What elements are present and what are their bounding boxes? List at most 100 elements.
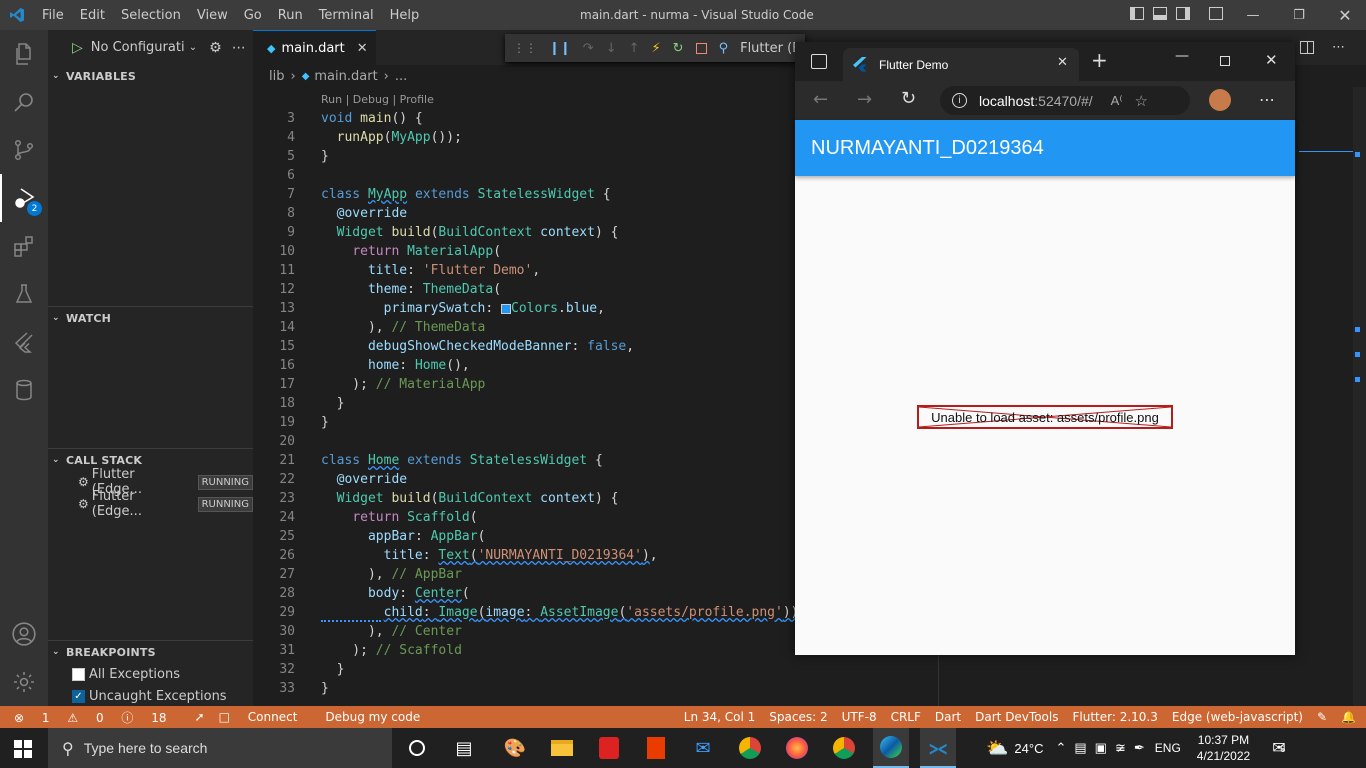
menu-terminal[interactable]: Terminal — [311, 8, 382, 23]
chevron-down-icon[interactable]: ⌄ — [189, 42, 197, 53]
indentation[interactable]: Spaces: 2 — [769, 710, 827, 724]
codelens-run-debug[interactable]: Run | Debug | Profile — [321, 93, 434, 106]
language-indicator[interactable]: ENG — [1155, 741, 1181, 755]
read-aloud-icon[interactable]: A⁽ — [1111, 93, 1123, 109]
breadcrumb-symbol[interactable]: ... — [395, 69, 407, 84]
wifi-icon[interactable]: ≆ — [1115, 740, 1126, 756]
menu-run[interactable]: Run — [270, 8, 311, 23]
breakpoints-header[interactable]: ⌄ BREAKPOINTS — [48, 641, 253, 663]
paint-app-icon[interactable]: 🎨 — [500, 734, 530, 762]
checkbox[interactable] — [72, 667, 85, 681]
breakpoint-all-exceptions[interactable]: All Exceptions — [48, 663, 253, 685]
windows-start-icon[interactable] — [14, 740, 32, 758]
live-share-icon[interactable]: ✎ — [1317, 710, 1327, 724]
notification-center-icon[interactable]: ✉ 6 — [1272, 738, 1285, 758]
cortana-icon[interactable] — [402, 734, 432, 762]
forward-icon[interactable]: → — [857, 89, 872, 110]
breadcrumb-lib[interactable]: lib — [269, 69, 284, 84]
file-explorer-icon[interactable] — [547, 734, 577, 762]
language-mode[interactable]: Dart — [935, 710, 961, 724]
color-swatch-icon[interactable] — [501, 303, 512, 314]
drag-handle-icon[interactable]: ⋮⋮ — [513, 41, 537, 55]
pen-icon[interactable]: ✒ — [1134, 740, 1145, 756]
settings-more-icon[interactable]: ⋯ — [1259, 90, 1275, 109]
inspect-widget-icon[interactable]: ⚲ — [719, 41, 729, 56]
close-tab-icon[interactable]: ✕ — [1057, 55, 1068, 70]
site-info-icon[interactable]: i — [952, 93, 967, 108]
step-over-icon[interactable]: ↷ — [583, 41, 594, 56]
toggle-panel-icon[interactable] — [1153, 7, 1167, 20]
debug-ports-icon[interactable]: ➚ — [195, 710, 205, 724]
menu-edit[interactable]: Edit — [72, 8, 113, 23]
explorer-icon[interactable] — [0, 30, 48, 78]
close-tab-icon[interactable]: ✕ — [357, 41, 368, 56]
vscode-taskbar-icon[interactable]: ⪥ — [920, 728, 956, 768]
url-bar[interactable]: i localhost:52470/#/ A⁽ ☆ — [940, 86, 1190, 115]
problems-indicator[interactable]: ⊗ 1 ⚠ 0 ⓘ 18 — [14, 709, 181, 726]
hot-reload-icon[interactable]: ⚡ — [652, 41, 661, 56]
step-out-icon[interactable]: ↑ — [629, 41, 640, 56]
open-launch-json-gear-icon[interactable]: ⚙ — [209, 40, 222, 56]
pdf-reader-icon[interactable] — [594, 734, 624, 762]
profile-avatar[interactable] — [1209, 89, 1231, 111]
watch-header[interactable]: ⌄ WATCH — [48, 307, 253, 329]
tray-video-icon[interactable]: ▣ — [1095, 740, 1107, 756]
firefox-icon[interactable] — [782, 734, 812, 762]
debug-my-code-toggle[interactable]: Debug my code — [325, 710, 420, 724]
minimize-icon[interactable]: — — [1230, 8, 1276, 23]
toggle-secondary-sidebar-icon[interactable] — [1176, 7, 1190, 20]
split-editor-icon[interactable] — [1300, 41, 1314, 54]
step-into-icon[interactable]: ↓ — [606, 41, 617, 56]
source-control-icon[interactable] — [0, 126, 48, 174]
debug-target-select[interactable]: Flutter (E — [740, 41, 800, 56]
run-debug-icon[interactable]: 2 — [0, 174, 48, 222]
database-icon[interactable] — [0, 366, 48, 414]
extensions-icon[interactable] — [0, 222, 48, 270]
customize-layout-icon[interactable] — [1209, 7, 1223, 20]
menu-file[interactable]: File — [34, 8, 72, 23]
manage-gear-icon[interactable] — [0, 658, 48, 706]
flutter-icon[interactable] — [0, 318, 48, 366]
chrome-profile-icon[interactable] — [829, 734, 859, 762]
cursor-position[interactable]: Ln 34, Col 1 — [684, 710, 756, 724]
testing-icon[interactable] — [0, 270, 48, 318]
line-ending[interactable]: CRLF — [891, 710, 921, 724]
call-stack-item[interactable]: ⚙ Flutter (Edge... RUNNING — [48, 489, 253, 519]
device-selector[interactable]: Edge (web-javascript) — [1172, 710, 1303, 724]
clock[interactable]: 10:37 PM 4/21/2022 — [1197, 732, 1250, 764]
more-actions-icon[interactable]: ⋯ — [1332, 40, 1345, 55]
start-debugging-icon[interactable]: ▷ — [72, 40, 83, 56]
dart-devtools[interactable]: Dart DevTools — [975, 710, 1058, 724]
mail-icon[interactable]: ✉ — [688, 734, 718, 762]
close-window-icon[interactable]: ✕ — [1265, 51, 1278, 69]
breakpoint-uncaught-exceptions[interactable]: ✓ Uncaught Exceptions — [48, 685, 253, 707]
menu-go[interactable]: Go — [236, 8, 270, 23]
flutter-version[interactable]: Flutter: 2.10.3 — [1072, 710, 1157, 724]
edge-icon[interactable] — [873, 728, 909, 768]
tab-main-dart[interactable]: ◆ main.dart ✕ — [253, 30, 376, 65]
run-config-select[interactable]: No Configurati — [91, 40, 187, 55]
back-icon[interactable]: ← — [813, 89, 828, 110]
checkbox-checked[interactable]: ✓ — [72, 689, 85, 703]
maximize-icon[interactable] — [1220, 56, 1230, 66]
close-window-icon[interactable]: ✕ — [1322, 6, 1366, 25]
browser-tab-flutter-demo[interactable]: Flutter Demo ✕ — [843, 48, 1079, 81]
stop-icon[interactable] — [695, 42, 707, 54]
show-hidden-icons-icon[interactable]: ⌃ — [1055, 740, 1066, 756]
tab-actions-icon[interactable] — [811, 54, 827, 69]
restore-icon[interactable]: ❐ — [1276, 8, 1322, 23]
more-actions-icon[interactable]: ⋯ — [232, 40, 246, 56]
connect-button[interactable]: □ Connect — [219, 710, 312, 724]
breadcrumb-file[interactable]: main.dart — [314, 69, 377, 84]
favorites-star-icon[interactable]: ☆ — [1135, 92, 1148, 110]
pause-icon[interactable]: ❙❙ — [549, 41, 571, 56]
menu-selection[interactable]: Selection — [113, 8, 189, 23]
office-icon[interactable] — [641, 734, 671, 762]
refresh-icon[interactable]: ↻ — [901, 88, 916, 109]
accounts-icon[interactable] — [0, 610, 48, 658]
minimize-icon[interactable]: — — [1175, 48, 1189, 64]
weather-icon[interactable]: ⛅ — [986, 738, 1008, 759]
menu-view[interactable]: View — [189, 8, 236, 23]
tray-app-icon[interactable]: ▤ — [1074, 740, 1086, 756]
restart-icon[interactable]: ↻ — [673, 41, 684, 56]
